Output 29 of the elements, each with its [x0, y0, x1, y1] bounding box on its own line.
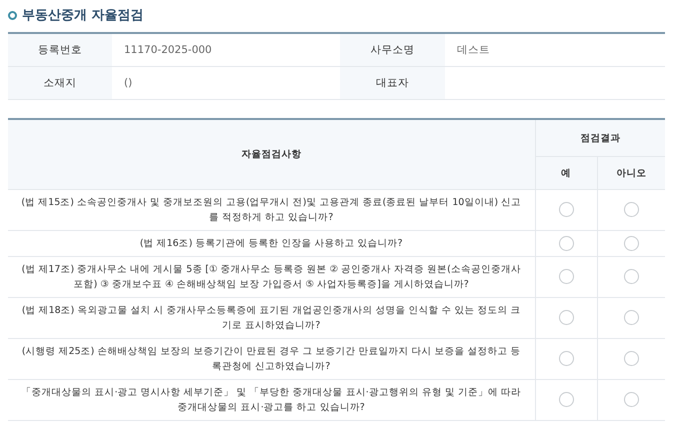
field-value: 데스트 [445, 34, 665, 67]
column-header: 자율점검사항 [8, 119, 535, 190]
radio-button[interactable] [624, 236, 639, 251]
radio-button[interactable] [624, 310, 639, 326]
field-label: 사무소명 [340, 34, 445, 67]
radio-button[interactable] [558, 202, 574, 218]
column-header: 아니오 [597, 156, 665, 190]
radio-button[interactable] [624, 269, 639, 284]
field-label: 소재지 [8, 67, 112, 100]
radio-button[interactable] [558, 236, 574, 251]
field-label: 대표자 [340, 67, 445, 100]
radio-button[interactable] [558, 269, 574, 284]
radio-button[interactable] [558, 351, 574, 366]
checklist-question: (시행령 제25조) 손해배상책임 보장의 보증기간이 만료된 경우 그 보증기간 만료일까지 다시 보증을 설정하고 등록관청에 신고하였습니까? [8, 338, 535, 380]
bullet-icon [8, 10, 17, 20]
radio-button[interactable] [558, 392, 574, 408]
checklist-question: (법 제17조) 중개사무소 내에 게시물 5종 [① 중개사무소 등록증 원본 ② 공인중개사 자격증 원본(소속공인중개사 포함) ③ 중개보수표 ④ 손해배상책임 보장 가입증서 ⑤ 사업자등록증]을 게시하였습니까? [8, 256, 535, 298]
section-title: 부동산중개 자율점검 [22, 7, 144, 24]
column-header: 점검결과 [535, 119, 665, 156]
radio-button[interactable] [624, 392, 639, 408]
checklist-question: (법 제15조) 소속공인중개사 및 중개보조원의 고용(업무개시 전)및 고용관계 종료(종료된 날부터 10일이내) 신고를 적정하게 하고 있습니까? [8, 190, 535, 230]
radio-button[interactable] [558, 310, 574, 326]
checklist-question: (법 제16조) 등록기관에 등록한 인장을 사용하고 있습니까? [8, 230, 535, 256]
checklist-question: (법 제18조) 옥외광고물 설치 시 중개사무소등록증에 표기된 개업공인중개사의 성명을 인식할 수 있는 정도의 크기로 표시하였습니까? [8, 298, 535, 338]
radio-button[interactable] [624, 202, 639, 218]
column-header: 예 [535, 156, 597, 190]
checklist-question: 「중개대상물의 표시·광고 명시사항 세부기준」 및 「부당한 중개대상물 표시·광고행위의 유형 및 기준」에 따라 중개대상물의 표시·광고를 하고 있습니까? [8, 380, 535, 420]
field-label: 등록번호 [8, 34, 112, 67]
radio-button[interactable] [624, 351, 639, 366]
